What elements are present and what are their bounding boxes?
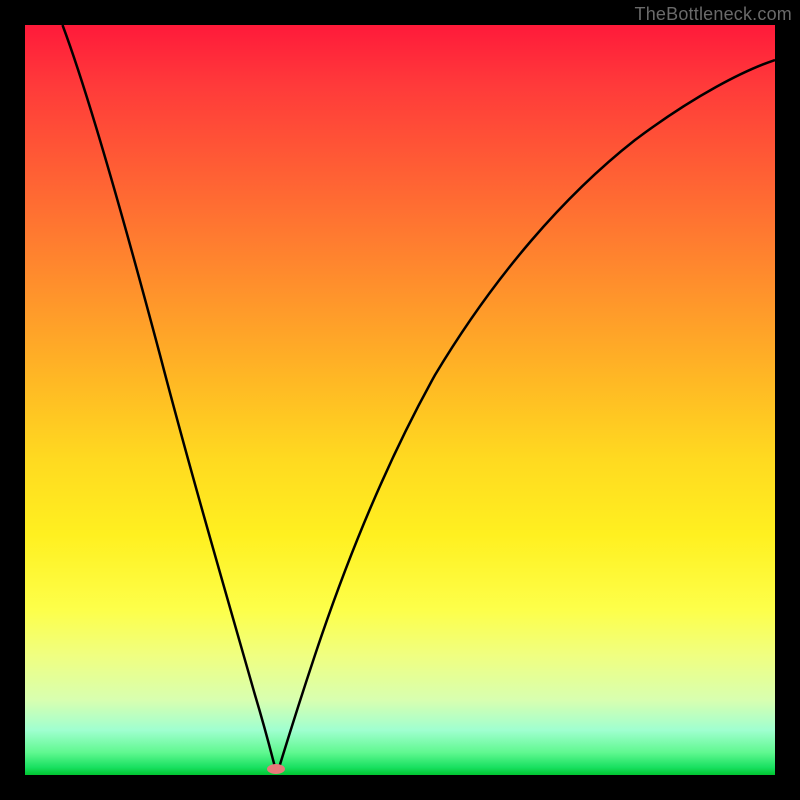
bottleneck-curve xyxy=(63,25,776,771)
optimal-marker xyxy=(267,764,285,774)
curve-layer xyxy=(25,25,775,775)
plot-area xyxy=(25,25,775,775)
watermark-text: TheBottleneck.com xyxy=(635,4,792,25)
chart-frame: TheBottleneck.com xyxy=(0,0,800,800)
